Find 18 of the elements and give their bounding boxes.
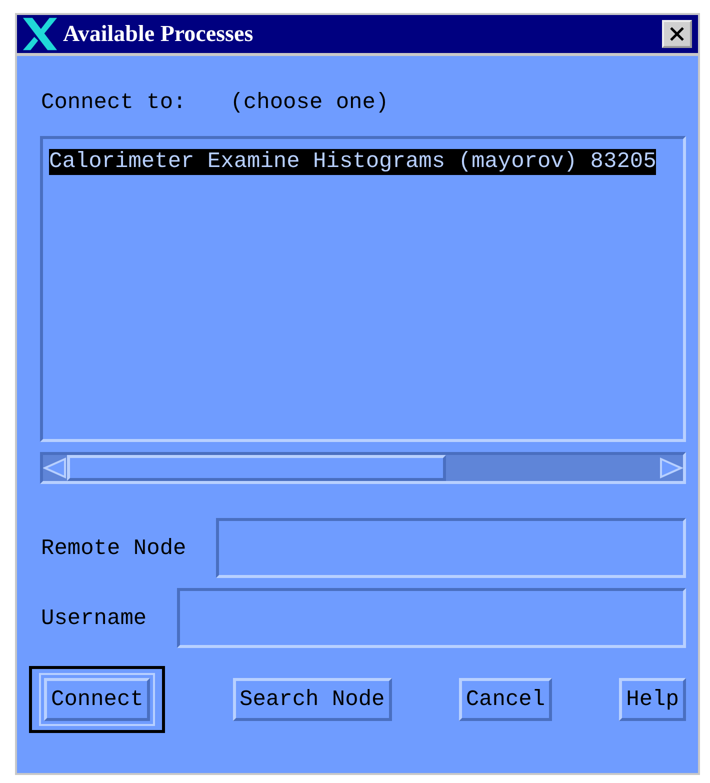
input-field[interactable] xyxy=(216,518,686,578)
field-label: Username xyxy=(41,606,147,630)
x-logo-icon xyxy=(21,16,59,52)
right-arrow-icon xyxy=(659,457,683,479)
close-button[interactable] xyxy=(662,20,692,48)
list-item[interactable]: Calorimeter Examine Histograms (mayorov) 83205 xyxy=(49,149,656,175)
left-arrow-icon xyxy=(43,457,67,479)
connect-label: Connect to: xyxy=(41,90,186,117)
horizontal-scrollbar[interactable] xyxy=(40,452,686,484)
process-list[interactable]: Calorimeter Examine Histograms (mayorov) 83205 xyxy=(40,136,686,442)
dialog-button[interactable]: Search Node xyxy=(232,678,392,721)
input-field[interactable] xyxy=(176,588,686,648)
close-icon xyxy=(669,26,685,42)
dialog-button[interactable]: Cancel xyxy=(458,678,552,721)
field-label: Remote Node xyxy=(41,536,186,560)
hint-text: (choose one) xyxy=(230,90,389,117)
window-title: Available Processes xyxy=(63,21,254,47)
dialog-button[interactable]: Help xyxy=(619,678,686,721)
